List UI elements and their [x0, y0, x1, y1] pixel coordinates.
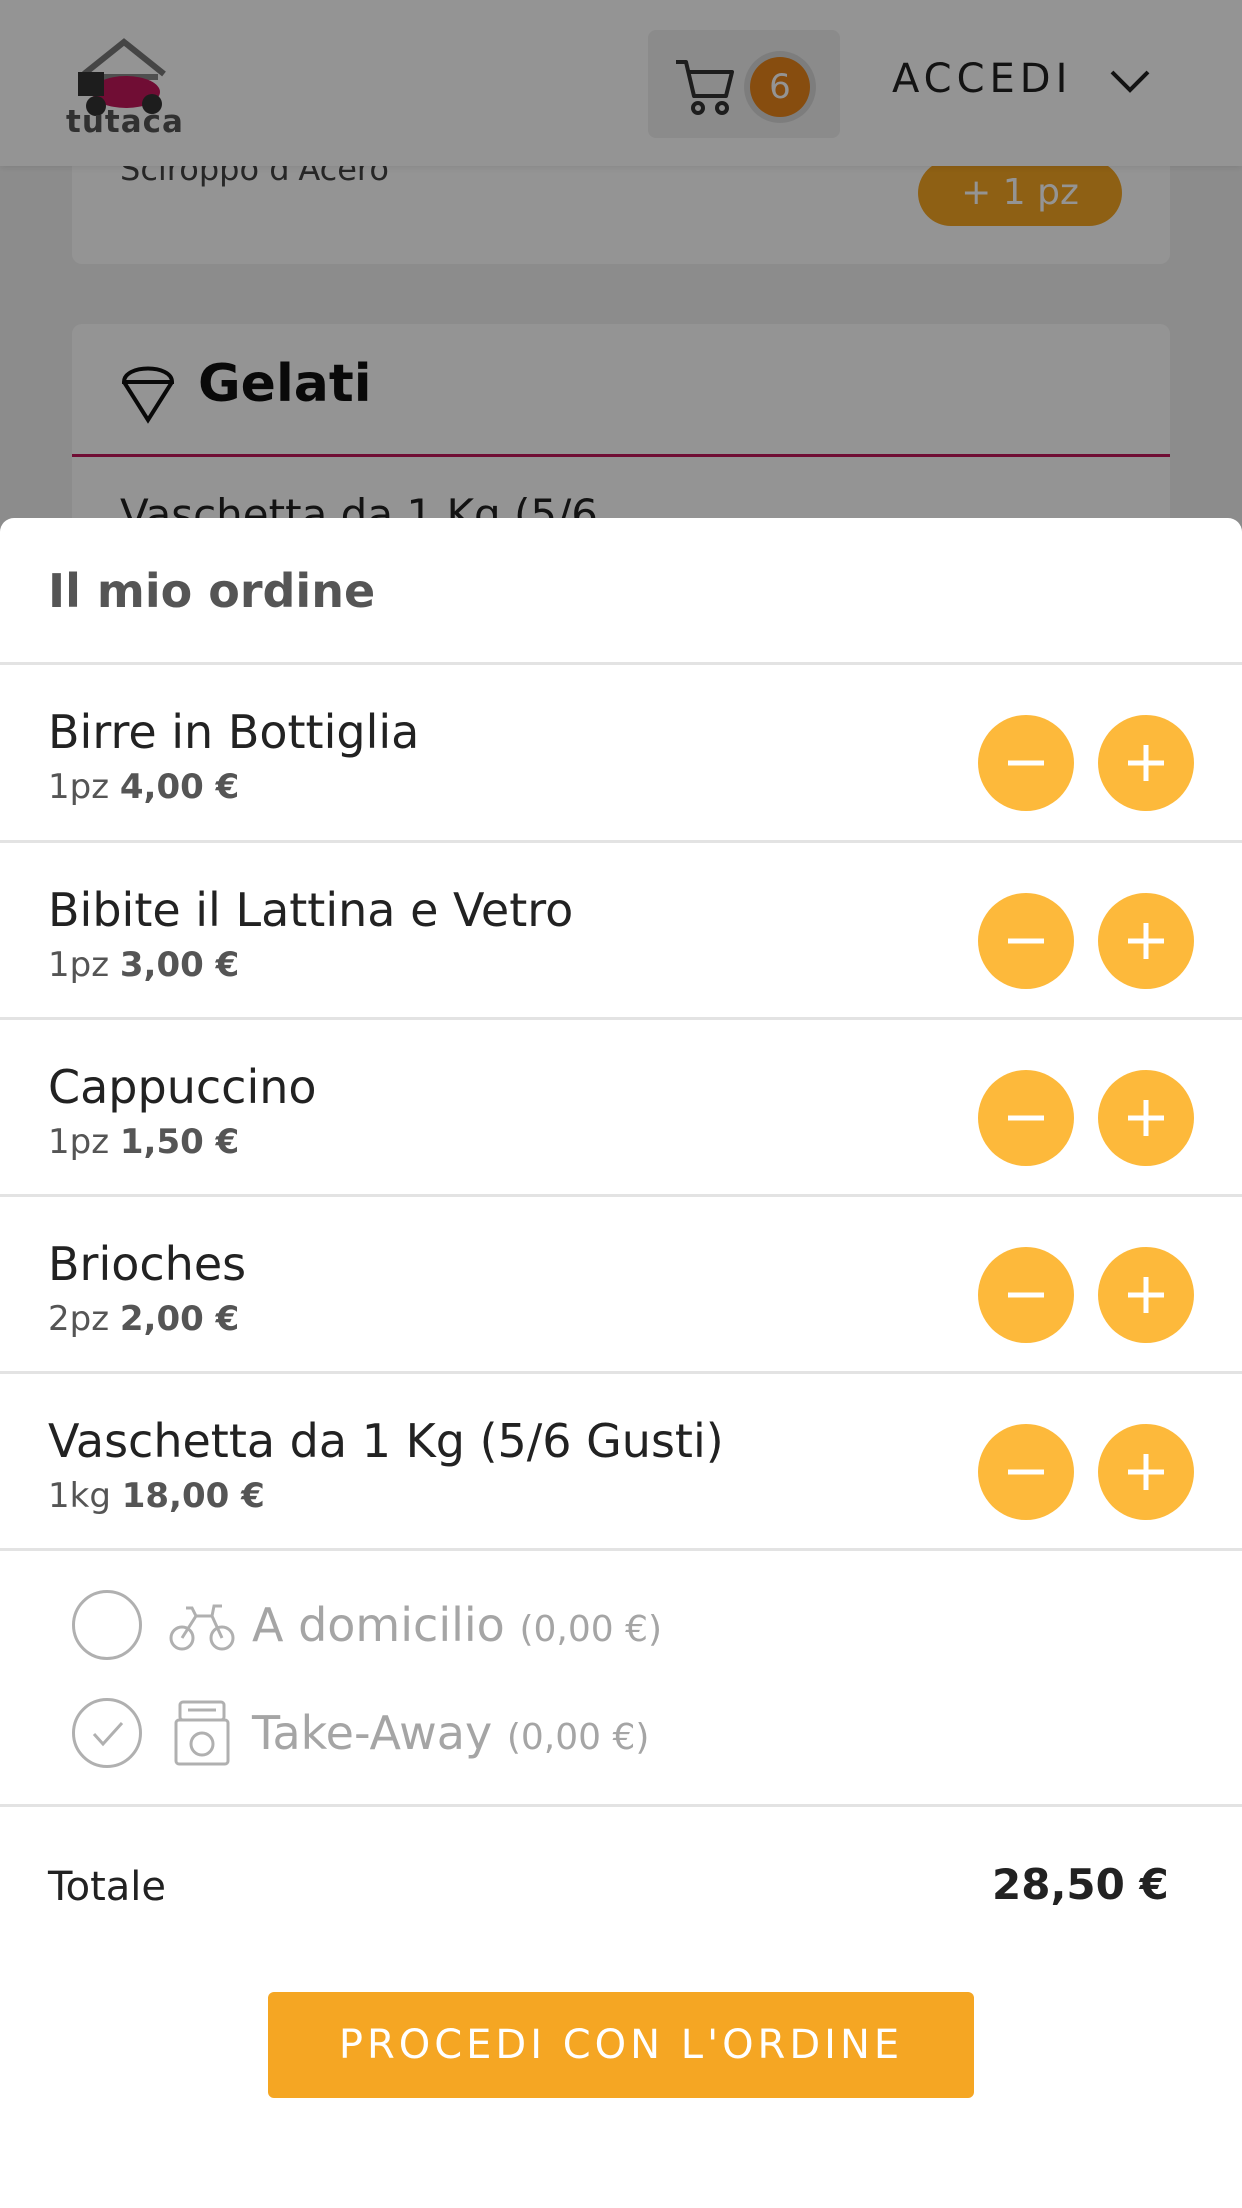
item-price: 1,50 € [119, 1122, 240, 1162]
item-qty-price: 2pz 2,00 € [48, 1299, 239, 1339]
item-qty-price: 1pz 3,00 € [48, 945, 239, 985]
order-sheet: Il mio ordine Birre in Bottiglia 1pz 4,0… [0, 518, 1242, 2208]
delivery-option-takeaway[interactable]: Take-Away (0,00 €) [72, 1692, 972, 1772]
decrease-quantity-button[interactable] [978, 1424, 1074, 1520]
decrease-quantity-button[interactable] [978, 1247, 1074, 1343]
item-qty: 1kg [48, 1476, 111, 1516]
decrease-quantity-button[interactable] [978, 715, 1074, 811]
minus-icon [1008, 1469, 1044, 1475]
item-name: Brioches [48, 1237, 247, 1291]
item-price: 3,00 € [119, 945, 240, 985]
minus-icon [1008, 1292, 1044, 1298]
plus-icon [1128, 923, 1164, 959]
total-label: Totale [48, 1864, 167, 1910]
order-item-row: Birre in Bottiglia 1pz 4,00 € [0, 665, 1242, 839]
decrease-quantity-button[interactable] [978, 1070, 1074, 1166]
delivery-option-name: A domicilio [252, 1598, 505, 1652]
delivery-option-name: Take-Away [252, 1706, 493, 1760]
proceed-order-button[interactable]: PROCEDI CON L'ORDINE [268, 1992, 974, 2098]
increase-quantity-button[interactable] [1098, 1247, 1194, 1343]
total-value: 28,50 € [992, 1860, 1169, 1909]
minus-icon [1008, 760, 1044, 766]
takeaway-bag-icon [174, 1700, 230, 1766]
plus-icon [1128, 1454, 1164, 1490]
plus-icon [1128, 745, 1164, 781]
delivery-option-price: (0,00 €) [506, 1717, 650, 1758]
increase-quantity-button[interactable] [1098, 715, 1194, 811]
order-item-row: Vaschetta da 1 Kg (5/6 Gusti) 1kg 18,00 … [0, 1374, 1242, 1548]
item-price: 4,00 € [119, 767, 240, 807]
item-name: Cappuccino [48, 1060, 317, 1114]
radio-button-checked[interactable] [72, 1698, 142, 1768]
plus-icon [1128, 1277, 1164, 1313]
delivery-option-label: Take-Away (0,00 €) [252, 1706, 649, 1760]
order-item-row: Bibite il Lattina e Vetro 1pz 3,00 € [0, 843, 1242, 1017]
order-item-row: Cappuccino 1pz 1,50 € [0, 1020, 1242, 1194]
item-qty-price: 1pz 1,50 € [48, 1122, 239, 1162]
item-price: 18,00 € [121, 1476, 265, 1516]
item-qty: 1pz [48, 945, 110, 985]
delivery-option-home[interactable]: A domicilio (0,00 €) [72, 1584, 972, 1664]
order-item-row: Brioches 2pz 2,00 € [0, 1197, 1242, 1371]
checkmark-icon [92, 1721, 124, 1747]
increase-quantity-button[interactable] [1098, 1424, 1194, 1520]
plus-icon [1128, 1100, 1164, 1136]
increase-quantity-button[interactable] [1098, 893, 1194, 989]
radio-button[interactable] [72, 1590, 142, 1660]
item-qty-price: 1pz 4,00 € [48, 767, 239, 807]
delivery-option-price: (0,00 €) [519, 1609, 663, 1650]
item-name: Birre in Bottiglia [48, 705, 420, 759]
minus-icon [1008, 1115, 1044, 1121]
scooter-icon [169, 1604, 235, 1651]
page: tutaca 6 ACCEDI Sciroppo d'Acero + 1 pz … [0, 0, 1242, 2208]
increase-quantity-button[interactable] [1098, 1070, 1194, 1166]
item-price: 2,00 € [119, 1299, 240, 1339]
minus-icon [1008, 938, 1044, 944]
item-qty: 2pz [48, 1299, 110, 1339]
item-qty: 1pz [48, 767, 110, 807]
decrease-quantity-button[interactable] [978, 893, 1074, 989]
item-qty-price: 1kg 18,00 € [48, 1476, 265, 1516]
delivery-option-label: A domicilio (0,00 €) [252, 1598, 662, 1652]
item-name: Vaschetta da 1 Kg (5/6 Gusti) [48, 1414, 724, 1468]
divider [0, 1804, 1242, 1807]
divider [0, 1548, 1242, 1551]
item-name: Bibite il Lattina e Vetro [48, 883, 574, 937]
item-qty: 1pz [48, 1122, 110, 1162]
sheet-title: Il mio ordine [48, 564, 376, 618]
